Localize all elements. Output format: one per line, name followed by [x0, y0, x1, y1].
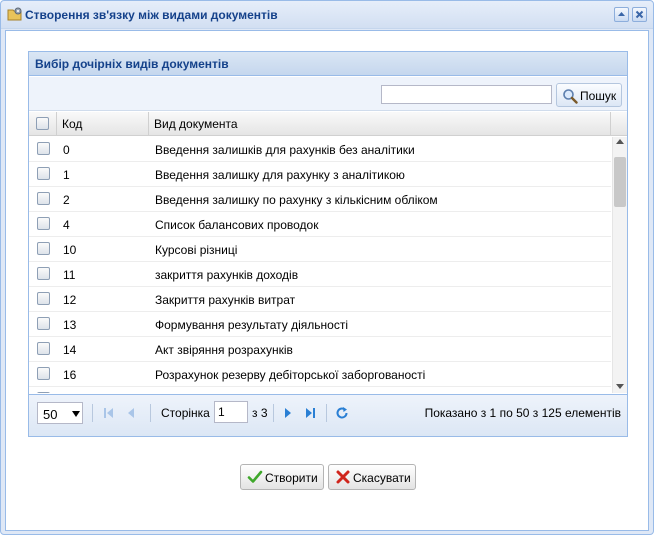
cancel-button-label: Скасувати [353, 471, 411, 485]
separator [92, 404, 93, 422]
cancel-button[interactable]: Скасувати [328, 464, 416, 490]
row-checkbox[interactable] [37, 342, 50, 355]
separator [326, 404, 327, 422]
row-code: 14 [63, 343, 77, 357]
row-doc-type: Закриття рахунків витрат [155, 293, 296, 307]
restore-icon[interactable] [614, 7, 629, 22]
current-page-input[interactable] [214, 401, 248, 423]
row-checkbox[interactable] [37, 367, 50, 380]
paging-toolbar: 50 Сторінка з 3 [29, 394, 627, 436]
row-doc-type: Курсові різниці [155, 243, 238, 257]
row-doc-type: Акт звіряння розрахунків [155, 343, 293, 357]
table-row[interactable]: 10 Курсові різниці [29, 237, 611, 262]
separator [273, 404, 274, 422]
first-page-icon[interactable] [101, 405, 117, 421]
table-row[interactable]: 16 Розрахунок резерву дебіторської заборг… [29, 362, 611, 387]
row-checkbox[interactable] [37, 192, 50, 205]
row-doc-type: Розрахунок резерву дебіторської заборгов… [155, 368, 426, 382]
row-checkbox[interactable] [37, 167, 50, 180]
table-row[interactable]: 14 Акт звіряння розрахунків [29, 337, 611, 362]
scroll-up-arrow-icon[interactable] [616, 139, 624, 144]
panel-title: Вибір дочірніх видів документів [35, 57, 229, 71]
row-checkbox[interactable] [37, 242, 50, 255]
row-checkbox[interactable] [37, 142, 50, 155]
header-checkbox-cell [29, 112, 57, 135]
row-code: 2 [63, 193, 70, 207]
row-code: 4 [63, 218, 70, 232]
panel-header: Вибір дочірніх видів документів [29, 52, 627, 76]
row-code: 11 [63, 268, 76, 282]
window-titlebar[interactable]: Створення зв'язку між видами документів [1, 1, 653, 29]
row-checkbox[interactable] [37, 392, 50, 393]
row-code: 0 [63, 143, 70, 157]
row-code: 12 [63, 293, 77, 307]
folder-gear-icon [7, 6, 23, 22]
next-page-icon[interactable] [280, 405, 296, 421]
row-doc-type: Список балансових проводок [155, 218, 319, 232]
table-row[interactable]: 13 Формування результату діяльності [29, 312, 611, 337]
create-button[interactable]: Створити [240, 464, 324, 490]
scroll-down-arrow-icon[interactable] [616, 384, 624, 389]
cancel-x-icon [336, 470, 350, 484]
row-doc-type: Формування результату діяльності [155, 318, 348, 332]
previous-page-icon[interactable] [123, 405, 139, 421]
scroll-thumb[interactable] [614, 157, 626, 207]
row-doc-type: Введення залишку по рахунку з кількісним… [155, 193, 438, 207]
separator [150, 404, 151, 422]
page-count: з 3 [252, 406, 268, 420]
grid-header: Код Вид документа [29, 112, 627, 136]
column-header-code[interactable]: Код [57, 112, 149, 135]
table-row[interactable]: 20Виписка банку (видаток) [29, 387, 611, 393]
close-icon[interactable] [632, 7, 647, 22]
page-size-select[interactable]: 50 [37, 402, 83, 424]
search-toolbar: Пошук [29, 77, 627, 111]
grid-body: 0 Введення залишків для рахунків без анал… [29, 137, 627, 393]
paging-info: Показано з 1 по 50 з 125 елементів [424, 406, 621, 420]
magnifier-icon [563, 89, 578, 104]
window-title: Створення зв'язку між видами документів [25, 8, 278, 22]
column-header-doc-type[interactable]: Вид документа [149, 112, 611, 135]
select-all-checkbox[interactable] [36, 117, 49, 130]
table-row[interactable]: 4 Список балансових проводок [29, 212, 611, 237]
table-row[interactable]: 12 Закриття рахунків витрат [29, 287, 611, 312]
grid-scrollbar[interactable] [612, 137, 627, 393]
row-checkbox[interactable] [37, 267, 50, 280]
row-checkbox[interactable] [37, 217, 50, 230]
row-code: 13 [63, 318, 77, 332]
checkmark-icon [247, 470, 263, 483]
create-button-label: Створити [265, 471, 318, 485]
table-row[interactable]: 11 закриття рахунків доходів [29, 262, 611, 287]
dropdown-arrow-icon [72, 411, 80, 417]
dialog-window: Створення зв'язку між видами документів … [0, 0, 654, 535]
row-code: 1 [63, 168, 70, 182]
search-button-label: Пошук [580, 89, 617, 103]
page-label: Сторінка [161, 406, 210, 420]
table-row[interactable]: 1 Введення залишку для рахунку з аналітик… [29, 162, 611, 187]
row-code: 10 [63, 243, 77, 257]
row-doc-type: закриття рахунків доходів [155, 268, 299, 282]
row-doc-type: Введення залишків для рахунків без аналі… [155, 143, 415, 157]
row-checkbox[interactable] [37, 317, 50, 330]
refresh-icon[interactable] [334, 405, 350, 421]
search-input[interactable] [381, 85, 552, 104]
table-row[interactable]: 0 Введення залишків для рахунків без анал… [29, 137, 611, 162]
row-checkbox[interactable] [37, 292, 50, 305]
row-code: 16 [63, 368, 77, 382]
document-types-panel: Вибір дочірніх видів документів Пошук Ко… [28, 51, 628, 437]
search-button[interactable]: Пошук [556, 83, 622, 107]
window-body: Вибір дочірніх видів документів Пошук Ко… [5, 30, 649, 531]
table-row[interactable]: 2 Введення залишку по рахунку з кількісни… [29, 187, 611, 212]
last-page-icon[interactable] [302, 405, 318, 421]
row-doc-type: Введення залишку для рахунку з аналітико… [155, 168, 405, 182]
